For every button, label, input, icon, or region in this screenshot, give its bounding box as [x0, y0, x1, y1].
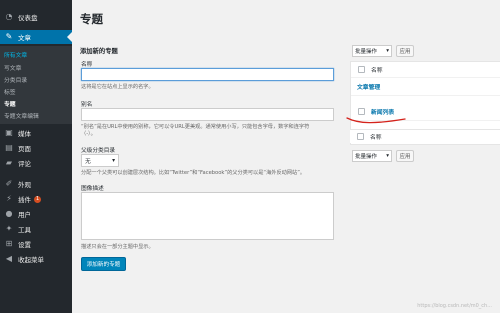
collapse-icon: ◀	[5, 254, 13, 263]
comment-icon: ▰	[5, 158, 13, 167]
slug-input[interactable]	[81, 108, 334, 121]
slug-help-cont: （-）。	[81, 131, 96, 137]
submenu-tags[interactable]: 标签	[4, 87, 16, 96]
sidebar-item-label: 用户	[18, 211, 31, 219]
sidebar-item-label: 仪表盘	[18, 14, 38, 22]
name-input[interactable]	[81, 68, 334, 81]
admin-sidebar: ◔ 仪表盘 ✎ 文章 所有文章 写文章 分类目录 标签 专题 专题文章编辑 ▣ …	[0, 0, 72, 313]
description-textarea[interactable]	[81, 192, 334, 240]
column-name-bottom[interactable]: 名称	[370, 132, 382, 141]
bulk-actions-label: 批量操作	[355, 154, 378, 160]
sidebar-item-dashboard[interactable]: ◔ 仪表盘	[0, 10, 72, 24]
sidebar-item-label: 媒体	[18, 130, 31, 138]
sidebar-item-label: 文章	[18, 34, 31, 42]
apply-button-top[interactable]: 应用	[396, 45, 414, 57]
sidebar-item-label: 页面	[18, 145, 31, 153]
parent-select[interactable]: 无 ▾	[81, 154, 119, 167]
posts-submenu: 所有文章 写文章 分类目录 标签 专题 专题文章编辑	[0, 46, 72, 124]
slug-label: 别名	[81, 102, 93, 108]
red-underline-annotation	[346, 117, 406, 124]
sidebar-item-comments[interactable]: ▰ 评论	[0, 156, 72, 170]
submenu-topics[interactable]: 专题	[4, 99, 16, 108]
sidebar-item-label: 外观	[18, 181, 31, 189]
user-icon: ●	[5, 209, 13, 218]
submenu-categories[interactable]: 分类目录	[4, 75, 27, 84]
sidebar-item-plugins[interactable]: ⚡ 插件 1	[0, 192, 72, 206]
table-row: 文章管理	[351, 78, 500, 96]
watermark-text: https://blog.csdn.net/m0_ch...	[417, 303, 492, 309]
chevron-down-icon: ▾	[112, 157, 115, 164]
parent-label: 父级分类目录	[81, 148, 116, 154]
current-menu-arrow	[67, 32, 72, 42]
sidebar-item-posts[interactable]: ✎ 文章	[0, 30, 72, 44]
sidebar-item-label: 设置	[18, 241, 31, 249]
table-footer: 名称	[350, 129, 500, 143]
bulk-actions-select-top[interactable]: 批量操作 ▾	[352, 45, 392, 57]
add-topic-button[interactable]: 添加新的专题	[81, 257, 126, 271]
slug-help: “别名”是在URL中使用的别称，它可以令URL更美观。通常使用小写，只能包含字母…	[81, 124, 310, 130]
name-label: 名称	[81, 62, 93, 68]
bulk-actions-select-bottom[interactable]: 批量操作 ▾	[352, 150, 392, 162]
description-label: 图像描述	[81, 186, 104, 192]
parent-help: 分配一个父类可以创建层次结构。比如“Twitter”和“Facebook”的父分…	[81, 170, 306, 176]
settings-icon: ⊞	[5, 239, 13, 248]
brush-icon: ✐	[5, 179, 13, 188]
dashboard-icon: ◔	[5, 12, 13, 21]
sidebar-item-settings[interactable]: ⊞ 设置	[0, 237, 72, 251]
sidebar-item-label: 评论	[18, 160, 31, 168]
plugin-update-badge: 1	[34, 195, 42, 203]
row-title-link[interactable]: 文章管理	[357, 82, 380, 91]
sidebar-item-label: 插件	[18, 196, 31, 204]
page-title: 专题	[80, 12, 103, 26]
sidebar-item-media[interactable]: ▣ 媒体	[0, 126, 72, 140]
apply-button-bottom[interactable]: 应用	[396, 150, 414, 162]
sidebar-item-label: 收起菜单	[18, 256, 44, 264]
submenu-new-post[interactable]: 写文章	[4, 63, 21, 72]
chevron-down-icon: ▾	[386, 48, 389, 54]
sidebar-item-pages[interactable]: ▤ 页面	[0, 141, 72, 155]
sidebar-item-appearance[interactable]: ✐ 外观	[0, 177, 72, 191]
select-all-checkbox[interactable]	[358, 66, 365, 73]
plugin-icon: ⚡	[6, 194, 12, 203]
submenu-topic-post-edit[interactable]: 专题文章编辑	[4, 111, 39, 120]
media-icon: ▣	[5, 128, 13, 137]
bulk-actions-label: 批量操作	[355, 49, 378, 55]
select-all-checkbox-bottom[interactable]	[357, 133, 364, 140]
wrench-icon: ✦	[5, 224, 13, 233]
chevron-down-icon: ▾	[386, 153, 389, 159]
sidebar-item-users[interactable]: ● 用户	[0, 207, 72, 221]
table-header: 名称	[351, 62, 500, 78]
sidebar-item-tools[interactable]: ✦ 工具	[0, 222, 72, 236]
submenu-all-posts[interactable]: 所有文章	[4, 50, 27, 59]
sidebar-collapse-menu[interactable]: ◀ 收起菜单	[0, 252, 72, 266]
parent-select-value: 无	[85, 159, 91, 165]
name-help: 这将是它在站点上显示的名字。	[81, 84, 154, 90]
pin-icon: ✎	[5, 32, 13, 41]
page-icon: ▤	[5, 143, 13, 152]
column-name[interactable]: 名称	[371, 65, 383, 74]
description-help: 描述只会在一部分主题中显示。	[81, 244, 154, 250]
form-heading: 添加新的专题	[80, 48, 118, 55]
sidebar-item-label: 工具	[18, 226, 31, 234]
